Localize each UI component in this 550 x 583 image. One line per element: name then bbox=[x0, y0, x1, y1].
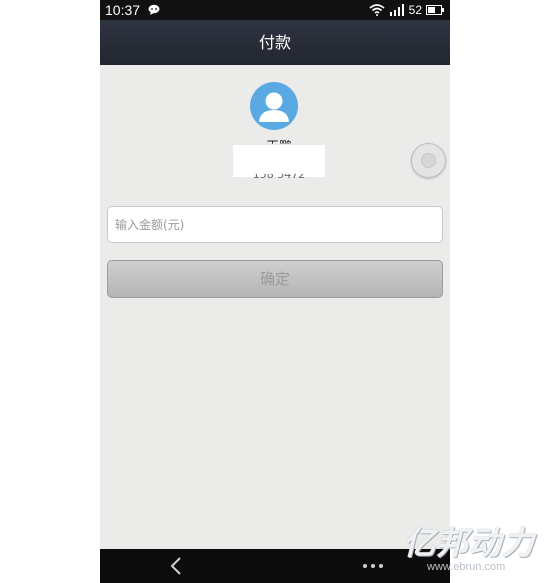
confirm-button[interactable]: 确定 bbox=[107, 260, 443, 298]
amount-input[interactable] bbox=[107, 206, 443, 243]
watermark-text: 亿邦动力 bbox=[403, 524, 536, 562]
floating-assist-icon bbox=[421, 153, 436, 168]
status-indicators: 52 bbox=[369, 0, 444, 20]
page-title: 付款 bbox=[258, 33, 291, 52]
wifi-icon bbox=[369, 4, 385, 16]
back-chevron-icon[interactable] bbox=[166, 555, 188, 577]
phone-screen: 10:37 52 付款 158 5472 输入金额(元) 确定 bbox=[100, 0, 450, 583]
signal-icon bbox=[389, 4, 404, 16]
watermark: 亿邦动力 www.ebrun.com bbox=[403, 518, 543, 578]
watermark-url: www.ebrun.com bbox=[427, 561, 506, 573]
battery-icon bbox=[426, 5, 444, 15]
status-bar: 10:37 52 bbox=[100, 0, 450, 20]
avatar bbox=[250, 82, 298, 130]
status-time: 10:37 bbox=[105, 2, 141, 18]
chat-bubble-icon bbox=[148, 4, 160, 15]
user-silhouette-icon bbox=[259, 92, 289, 122]
bottom-nav-bar bbox=[100, 549, 450, 583]
title-bar: 付款 bbox=[100, 20, 450, 65]
battery-level-text: 52 bbox=[408, 3, 422, 17]
floating-assist-button[interactable] bbox=[411, 143, 446, 178]
privacy-mask bbox=[233, 145, 325, 177]
screenshot-page: 10:37 52 付款 158 5472 输入金额(元) 确定 亿邦动力 www… bbox=[0, 0, 550, 583]
more-dots-icon[interactable] bbox=[360, 555, 386, 577]
